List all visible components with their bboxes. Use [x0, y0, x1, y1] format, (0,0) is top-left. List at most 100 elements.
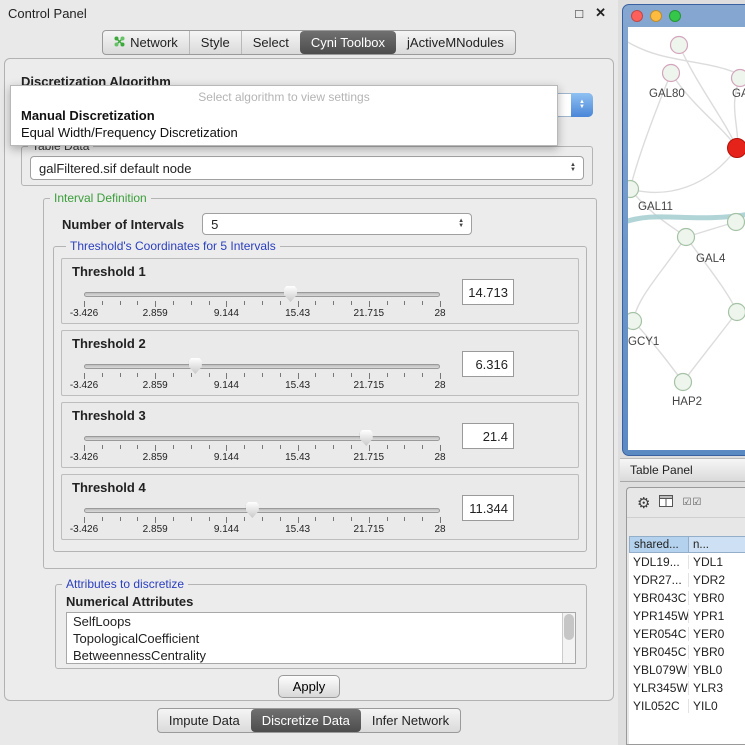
tick-mark — [351, 373, 352, 377]
tab-label: Impute Data — [169, 713, 240, 728]
tick-mark — [404, 445, 405, 449]
tick-mark — [315, 301, 316, 305]
algorithm-option-manual-discretization[interactable]: Manual Discretization — [11, 107, 557, 124]
tick-mark — [191, 373, 192, 377]
table-row[interactable]: YDL19...YDL1 — [629, 553, 745, 571]
network-canvas[interactable]: GAL80GAGAL11GAL4GCY1HAP2 — [628, 27, 745, 450]
threshold-1-slider-thumb[interactable] — [284, 286, 297, 302]
network-node[interactable] — [675, 374, 692, 391]
table-row[interactable]: YBL079WYBL0 — [629, 661, 745, 679]
tab-style[interactable]: Style — [189, 31, 241, 54]
table-data-combobox[interactable]: galFiltered.sif default node ▲ ▼ — [30, 156, 584, 180]
threshold-2-value-field[interactable]: 6.316 — [462, 351, 514, 377]
minimize-light-icon[interactable] — [650, 10, 662, 22]
numerical-attributes-label: Numerical Attributes — [66, 594, 586, 609]
tick-mark — [120, 373, 121, 377]
list-scrollbar[interactable] — [562, 613, 575, 663]
network-node[interactable] — [729, 304, 745, 321]
algorithm-option-equal-width-frequency-discretization[interactable]: Equal Width/Frequency Discretization — [11, 124, 557, 141]
threshold-3-slider-track[interactable] — [84, 436, 440, 441]
apply-button[interactable]: Apply — [278, 675, 340, 698]
gear-icon[interactable]: ⚙ — [637, 494, 650, 512]
threshold-4-slider-thumb[interactable] — [246, 502, 259, 518]
tick-mark — [244, 445, 245, 449]
cell-name: YER0 — [689, 627, 745, 641]
network-edge[interactable] — [630, 189, 686, 237]
tab-cyni-toolbox[interactable]: Cyni Toolbox — [300, 31, 396, 54]
table-row[interactable]: YLR345WYLR3 — [629, 679, 745, 697]
threshold-3-slider-thumb[interactable] — [360, 430, 373, 446]
column-header-shared-name[interactable]: shared... — [629, 536, 689, 553]
algorithm-placeholder-option[interactable]: Select algorithm to view settings — [11, 88, 557, 107]
tick-mark — [173, 517, 174, 521]
network-node[interactable] — [628, 181, 639, 198]
tick-mark — [387, 517, 388, 521]
tick-mark — [84, 445, 85, 451]
threshold-4-value-field[interactable]: 11.344 — [462, 495, 514, 521]
network-node[interactable] — [728, 214, 745, 231]
network-edge[interactable] — [683, 312, 737, 382]
threshold-label: Threshold 3 — [72, 408, 146, 423]
tick-mark — [369, 301, 370, 307]
network-node[interactable] — [628, 313, 642, 330]
network-edge[interactable] — [630, 148, 737, 192]
attribute-item-topologicalcoefficient[interactable]: TopologicalCoefficient — [67, 630, 575, 647]
network-node-label: HAP2 — [672, 396, 702, 408]
tick-label: 21.715 — [354, 380, 385, 391]
tick-mark — [387, 445, 388, 449]
network-edge[interactable] — [686, 237, 737, 312]
threshold-3-value-field[interactable]: 21.4 — [462, 423, 514, 449]
table-row[interactable]: YPR145WYPR1 — [629, 607, 745, 625]
tick-mark — [298, 301, 299, 307]
select-rows-icon[interactable]: ☑☑ — [682, 497, 702, 508]
network-node[interactable] — [678, 229, 695, 246]
thresholds-group: Threshold's Coordinates for 5 Intervals … — [53, 239, 587, 552]
threshold-1-slider-track[interactable] — [84, 292, 440, 297]
cell-name: YLR3 — [689, 681, 745, 695]
network-edge[interactable] — [671, 73, 737, 148]
tab-infer-network[interactable]: Infer Network — [361, 709, 460, 732]
tab-discretize-data[interactable]: Discretize Data — [251, 709, 361, 732]
tick-label: 28 — [434, 524, 445, 535]
network-node[interactable] — [663, 65, 680, 82]
tab-select[interactable]: Select — [241, 31, 300, 54]
column-header-name[interactable]: n... — [689, 536, 745, 553]
attribute-item-betweennesscentrality[interactable]: BetweennessCentrality — [67, 647, 575, 664]
float-window-icon[interactable]: □ — [575, 6, 583, 21]
attributes-group: Attributes to discretize Numerical Attri… — [55, 577, 587, 669]
network-node[interactable] — [732, 70, 745, 87]
network-edge[interactable] — [633, 237, 686, 321]
network-graph: GAL80GAGAL11GAL4GCY1HAP2 — [628, 27, 745, 450]
threshold-2-slider-track[interactable] — [84, 364, 440, 369]
network-edge[interactable] — [633, 321, 683, 382]
tab-jactivemnodules[interactable]: jActiveMNodules — [396, 31, 515, 54]
close-light-icon[interactable] — [631, 10, 643, 22]
tick-mark — [226, 373, 227, 379]
network-view-window: GAL80GAGAL11GAL4GCY1HAP2 — [622, 4, 745, 456]
attribute-item-selfloops[interactable]: SelfLoops — [67, 613, 575, 630]
threshold-2-slider-thumb[interactable] — [189, 358, 202, 374]
tick-mark — [102, 373, 103, 377]
network-node-selected-red[interactable] — [728, 139, 745, 158]
cell-shared-name: YBL079W — [629, 663, 689, 677]
tab-impute-data[interactable]: Impute Data — [158, 709, 251, 732]
table-row[interactable]: YBR043CYBR0 — [629, 589, 745, 607]
table-row[interactable]: YER054CYER0 — [629, 625, 745, 643]
tick-mark — [137, 517, 138, 521]
algorithm-options: Manual DiscretizationEqual Width/Frequen… — [11, 107, 557, 141]
scrollbar-thumb[interactable] — [564, 614, 574, 640]
network-node[interactable] — [671, 37, 688, 54]
table-row[interactable]: YIL052CYIL0 — [629, 697, 745, 715]
columns-icon[interactable] — [659, 494, 673, 512]
threshold-1-value-field[interactable]: 14.713 — [462, 279, 514, 305]
table-row[interactable]: YDR27...YDR2 — [629, 571, 745, 589]
threshold-4-slider-track[interactable] — [84, 508, 440, 513]
tick-label: 15.43 — [285, 380, 310, 391]
zoom-light-icon[interactable] — [669, 10, 681, 22]
combobox-stepper-icon[interactable]: ▲ ▼ — [571, 93, 593, 117]
tab-network[interactable]: Network — [103, 31, 189, 54]
number-of-intervals-combobox[interactable]: 5 ▲ ▼ — [202, 213, 472, 235]
close-icon[interactable]: ✕ — [595, 5, 606, 21]
tick-mark — [298, 373, 299, 379]
table-row[interactable]: YBR045CYBR0 — [629, 643, 745, 661]
